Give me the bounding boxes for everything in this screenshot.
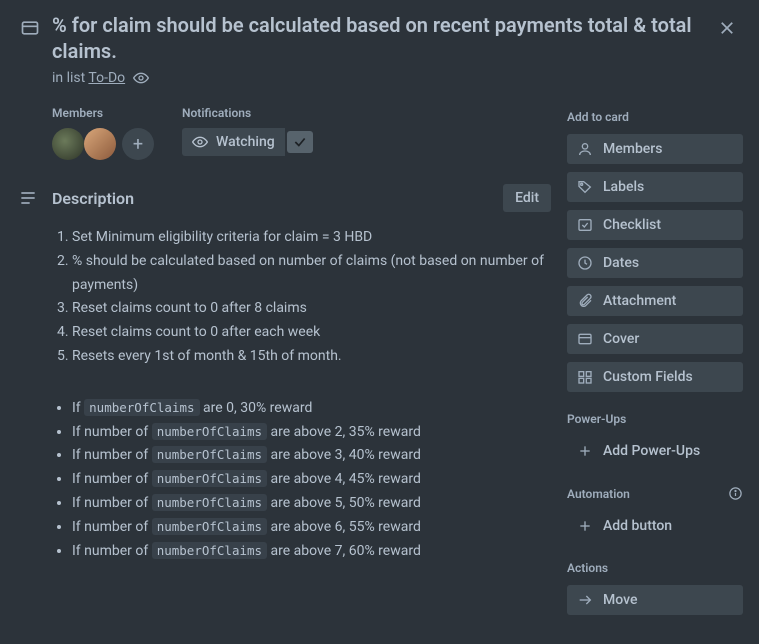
list-link[interactable]: To-Do xyxy=(88,70,125,86)
description-item: Reset claims count to 0 after 8 claims xyxy=(72,297,551,321)
watch-indicator-icon[interactable] xyxy=(133,70,149,86)
sidebar-members-button[interactable]: Members xyxy=(567,134,743,164)
add-powerups-button[interactable]: Add Power-Ups xyxy=(567,436,743,466)
sidebar-cover-button[interactable]: Cover xyxy=(567,324,743,354)
actions-heading: Actions xyxy=(567,561,743,575)
notifications-heading: Notifications xyxy=(182,106,313,120)
description-heading: Description xyxy=(52,189,491,208)
code-token: numberOfClaims xyxy=(152,542,267,559)
rule-item: If number of numberOfClaims are above 6,… xyxy=(72,516,551,540)
powerups-heading: Power-Ups xyxy=(567,412,743,426)
member-avatar[interactable] xyxy=(52,128,84,160)
add-automation-button[interactable]: Add button xyxy=(567,511,743,541)
rule-item: If number of numberOfClaims are above 3,… xyxy=(72,444,551,468)
code-token: numberOfClaims xyxy=(152,470,267,487)
description-item: Reset claims count to 0 after each week xyxy=(72,321,551,345)
move-button[interactable]: Move xyxy=(567,585,743,615)
rule-item: If numberOfClaims are 0, 30% reward xyxy=(72,397,551,421)
code-token: numberOfClaims xyxy=(152,446,267,463)
info-icon[interactable] xyxy=(728,486,743,501)
in-list-label: in list To-Do xyxy=(52,70,125,86)
card-title[interactable]: % for claim should be calculated based o… xyxy=(52,12,699,64)
card-icon xyxy=(20,18,40,42)
rule-item: If number of numberOfClaims are above 7,… xyxy=(72,540,551,564)
rule-item: If number of numberOfClaims are above 5,… xyxy=(72,492,551,516)
watching-check-icon xyxy=(287,131,313,153)
close-button[interactable] xyxy=(711,12,743,44)
edit-description-button[interactable]: Edit xyxy=(503,184,551,212)
members-heading: Members xyxy=(52,106,154,120)
description-icon xyxy=(16,188,40,208)
code-token: numberOfClaims xyxy=(152,423,267,440)
description-item: % should be calculated based on number o… xyxy=(72,250,551,298)
rule-item: If number of numberOfClaims are above 4,… xyxy=(72,468,551,492)
sidebar-checklist-button[interactable]: Checklist xyxy=(567,210,743,240)
code-token: numberOfClaims xyxy=(84,399,199,416)
add-to-card-heading: Add to card xyxy=(567,110,743,124)
description-item: Resets every 1st of month & 15th of mont… xyxy=(72,345,551,369)
automation-heading: Automation xyxy=(567,486,743,501)
code-token: numberOfClaims xyxy=(152,518,267,535)
sidebar-attachment-button[interactable]: Attachment xyxy=(567,286,743,316)
description-ordered-list: Set Minimum eligibility criteria for cla… xyxy=(52,226,551,369)
sidebar-custom-fields-button[interactable]: Custom Fields xyxy=(567,362,743,392)
description-rules-list: If numberOfClaims are 0, 30% rewardIf nu… xyxy=(52,397,551,564)
code-token: numberOfClaims xyxy=(152,494,267,511)
member-avatar[interactable] xyxy=(84,128,116,160)
rule-item: If number of numberOfClaims are above 2,… xyxy=(72,421,551,445)
description-item: Set Minimum eligibility criteria for cla… xyxy=(72,226,551,250)
watch-label: Watching xyxy=(216,134,275,150)
sidebar-labels-button[interactable]: Labels xyxy=(567,172,743,202)
add-member-button[interactable]: + xyxy=(122,128,154,160)
watch-button[interactable]: Watching xyxy=(182,128,285,156)
sidebar-dates-button[interactable]: Dates xyxy=(567,248,743,278)
